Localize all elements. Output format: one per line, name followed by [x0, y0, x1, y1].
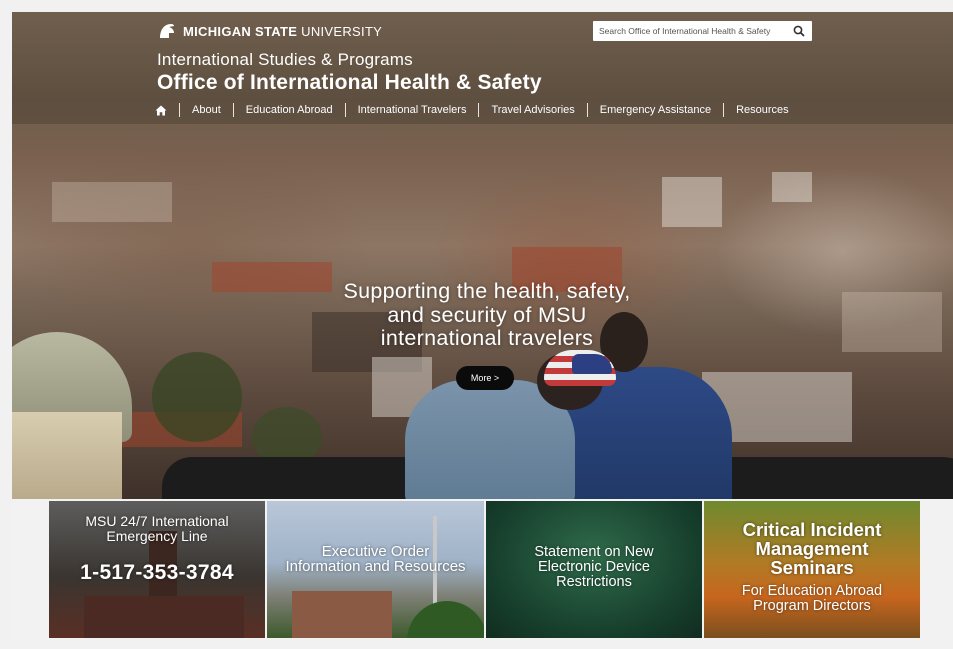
electronic-device-statement-title-line: Statement on New: [534, 544, 654, 560]
tile-electronic-device-statement[interactable]: Statement on New Electronic Device Restr…: [486, 501, 702, 638]
nav-separator: [723, 103, 725, 117]
nav-separator: [586, 103, 588, 117]
electronic-device-statement-title-line: Restrictions: [556, 574, 632, 590]
nav-separator: [344, 103, 346, 117]
executive-order-title: Executive Order Information and Resource…: [267, 544, 484, 574]
emergency-line-title-line: MSU 24/7 International: [85, 513, 229, 529]
site-title[interactable]: Office of International Health & Safety: [157, 71, 542, 95]
hero-tagline-line: and security of MSU: [387, 302, 587, 327]
emergency-line-title-line: Emergency Line: [106, 528, 208, 544]
hero-tree: [152, 352, 242, 442]
nav-separator: [179, 103, 180, 117]
nav-item-about[interactable]: About: [192, 104, 221, 116]
seminars-title-line: Critical Incident: [742, 519, 882, 540]
hero-banner: MICHIGAN STATE UNIVERSITY International …: [12, 12, 953, 499]
nav-item-education-abroad[interactable]: Education Abroad: [246, 104, 333, 116]
search-input[interactable]: [593, 22, 784, 40]
emergency-phone-number: 1-517-353-3784: [80, 561, 234, 584]
tile-critical-incident-seminars[interactable]: Critical Incident Management Seminars Fo…: [704, 501, 920, 638]
msu-logo[interactable]: MICHIGAN STATE UNIVERSITY: [157, 21, 382, 41]
seminars-subtitle-line: Program Directors: [753, 598, 871, 614]
nav-item-international-travelers[interactable]: International Travelers: [358, 104, 467, 116]
seminars-title: Critical Incident Management Seminars: [704, 520, 920, 577]
seminars-subtitle: For Education Abroad Program Directors: [704, 584, 920, 614]
nav-item-travel-advisories[interactable]: Travel Advisories: [491, 104, 574, 116]
tile-tree-graphic: [407, 601, 484, 638]
executive-order-title-line: Executive Order: [321, 543, 430, 560]
tile-building-graphic: [292, 591, 392, 638]
tile-building-graphic: [84, 596, 244, 638]
nav-item-resources[interactable]: Resources: [736, 104, 789, 116]
hero-building: [662, 177, 722, 227]
search-box: [593, 21, 812, 41]
hero-building: [772, 172, 812, 202]
hero-building: [842, 292, 942, 352]
hero-tagline: Supporting the health, safety, and secur…: [292, 279, 682, 351]
tile-executive-order[interactable]: Executive Order Information and Resource…: [267, 501, 484, 638]
seminars-title-line: Seminars: [770, 557, 854, 578]
executive-order-title-line: Information and Resources: [285, 558, 466, 575]
nav-separator: [478, 103, 480, 117]
hero-tagline-line: international travelers: [380, 326, 594, 350]
nav-item-emergency-assistance[interactable]: Emergency Assistance: [600, 104, 711, 116]
university-name-bold: MICHIGAN STATE: [183, 23, 298, 39]
seminars-title-line: Management: [755, 538, 869, 559]
page-frame: MICHIGAN STATE UNIVERSITY International …: [12, 12, 953, 641]
hero-bandana-stars: [572, 354, 612, 374]
hero-building: [52, 182, 172, 222]
more-button[interactable]: More >: [456, 366, 514, 390]
electronic-device-statement-title-line: Electronic Device: [537, 559, 650, 575]
nav-separator: [232, 103, 234, 117]
university-name: MICHIGAN STATE UNIVERSITY: [183, 24, 382, 39]
seminars-subtitle-line: For Education Abroad: [741, 583, 883, 599]
emergency-line-title: MSU 24/7 International Emergency Line: [49, 514, 265, 544]
main-nav: About Education Abroad International Tra…: [155, 103, 789, 117]
electronic-device-statement-title: Statement on New Electronic Device Restr…: [486, 545, 702, 590]
hero-dome-base: [12, 412, 122, 499]
unit-title[interactable]: International Studies & Programs: [157, 50, 413, 70]
search-icon[interactable]: [792, 24, 806, 38]
tile-emergency-line[interactable]: MSU 24/7 International Emergency Line 1-…: [49, 501, 265, 638]
spartan-helmet-icon: [160, 24, 174, 38]
hero-tagline-line: Supporting the health, safety,: [343, 279, 631, 303]
university-name-rest: UNIVERSITY: [301, 23, 383, 39]
home-icon[interactable]: [155, 105, 167, 116]
